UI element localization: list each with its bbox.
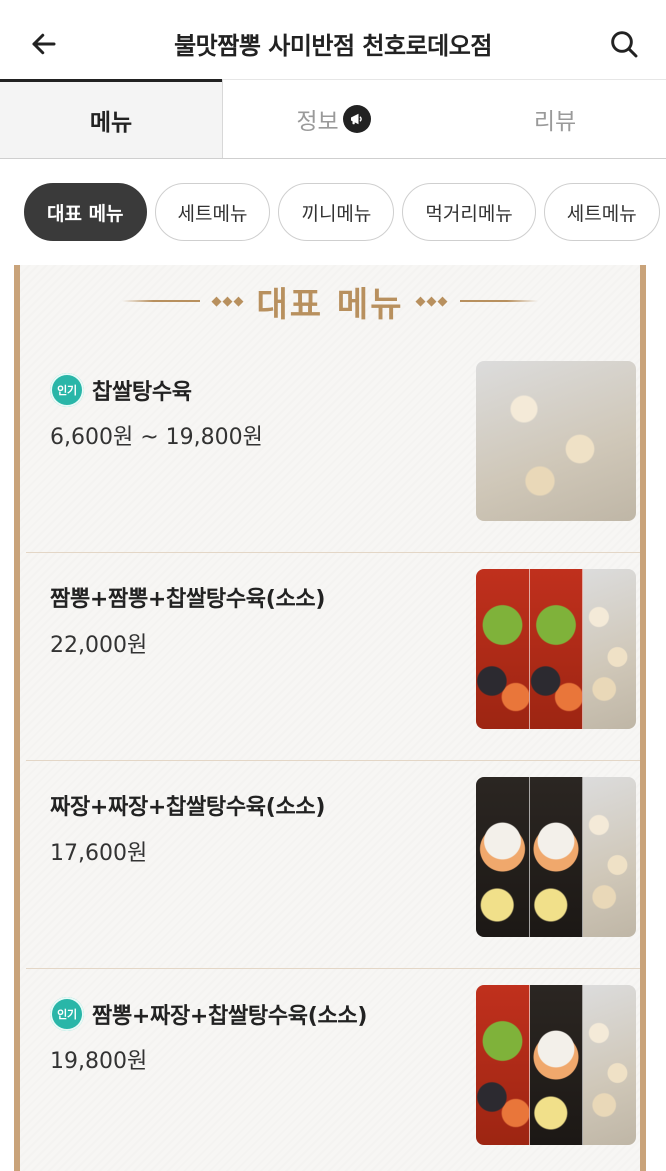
section-title: 대표 메뉴 <box>256 284 404 325</box>
tab-menu-label: 메뉴 <box>89 110 133 136</box>
diamond-ornament-icon: ◆◆◆ <box>415 293 449 309</box>
megaphone-icon <box>342 105 371 133</box>
menu-item[interactable]: 인기 짬뽕+짜장+찹쌀탕수육(소소) 19,800원 <box>26 969 640 1171</box>
popular-badge: 인기 <box>50 373 84 407</box>
back-button[interactable] <box>22 22 66 66</box>
app-header: 불맛짬뽕 사미반점 천호로데오점 <box>0 0 666 82</box>
menu-item-name: 찹쌀탕수육 <box>92 380 192 405</box>
tab-info[interactable]: 정보 <box>222 79 444 158</box>
menu-item-photo <box>476 985 636 1145</box>
tab-info-label: 정보 <box>296 109 339 135</box>
chip-snack-menu[interactable]: 먹거리메뉴 <box>402 183 536 241</box>
decorative-line <box>121 300 200 302</box>
chip-set-menu[interactable]: 세트메뉴 <box>154 183 271 241</box>
menu-item-price: 22,000원 <box>50 633 148 658</box>
menu-item-photo <box>476 777 636 937</box>
category-chips: 대표 메뉴 세트메뉴 끼니메뉴 먹거리메뉴 세트메뉴 <box>0 159 666 265</box>
menu-item-name: 짜장+짜장+찹쌀탕수육(소소) <box>50 795 326 820</box>
popular-badge: 인기 <box>50 997 84 1031</box>
tab-bar: 메뉴 정보 리뷰 <box>0 79 666 159</box>
decorative-line <box>460 300 539 302</box>
search-button[interactable] <box>602 22 646 66</box>
tab-reviews[interactable]: 리뷰 <box>444 79 666 158</box>
menu-board: ◆◆◆ 대표 메뉴 ◆◆◆ 인기 찹쌀탕수육 6,600원 ~ 19,800원 … <box>14 265 646 1171</box>
menu-item-price: 6,600원 ~ 19,800원 <box>50 425 263 450</box>
menu-item-name: 짬뽕+짜장+찹쌀탕수육(소소) <box>92 1004 368 1029</box>
menu-item-price: 17,600원 <box>50 841 148 866</box>
menu-item-name-row: 인기 찹쌀탕수육 <box>50 373 192 407</box>
menu-item[interactable]: 짜장+짜장+찹쌀탕수육(소소) 17,600원 <box>26 761 640 969</box>
tab-reviews-label: 리뷰 <box>533 109 577 135</box>
tab-menu[interactable]: 메뉴 <box>0 79 222 158</box>
chip-meal-menu[interactable]: 끼니메뉴 <box>278 183 395 241</box>
menu-item-name: 짬뽕+짬뽕+찹쌀탕수육(소소) <box>50 587 326 612</box>
menu-item-name-row: 짬뽕+짬뽕+찹쌀탕수육(소소) <box>50 581 325 613</box>
menu-item[interactable]: 인기 찹쌀탕수육 6,600원 ~ 19,800원 <box>26 345 640 553</box>
menu-item-price: 19,800원 <box>50 1049 148 1074</box>
board-header: ◆◆◆ 대표 메뉴 ◆◆◆ <box>20 273 640 329</box>
page-title: 불맛짬뽕 사미반점 천호로데오점 <box>174 32 492 60</box>
chip-signature-menu[interactable]: 대표 메뉴 <box>24 183 147 241</box>
chip-set-menu-2[interactable]: 세트메뉴 <box>543 183 660 241</box>
menu-item[interactable]: 짬뽕+짬뽕+찹쌀탕수육(소소) 22,000원 <box>26 553 640 761</box>
arrow-left-icon <box>32 33 56 55</box>
menu-item-photo <box>476 361 636 521</box>
menu-item-photo <box>476 569 636 729</box>
search-icon <box>611 31 638 58</box>
diamond-ornament-icon: ◆◆◆ <box>211 293 245 309</box>
menu-item-name-row: 인기 짬뽕+짜장+찹쌀탕수육(소소) <box>50 997 367 1031</box>
menu-item-name-row: 짜장+짜장+찹쌀탕수육(소소) <box>50 789 325 821</box>
